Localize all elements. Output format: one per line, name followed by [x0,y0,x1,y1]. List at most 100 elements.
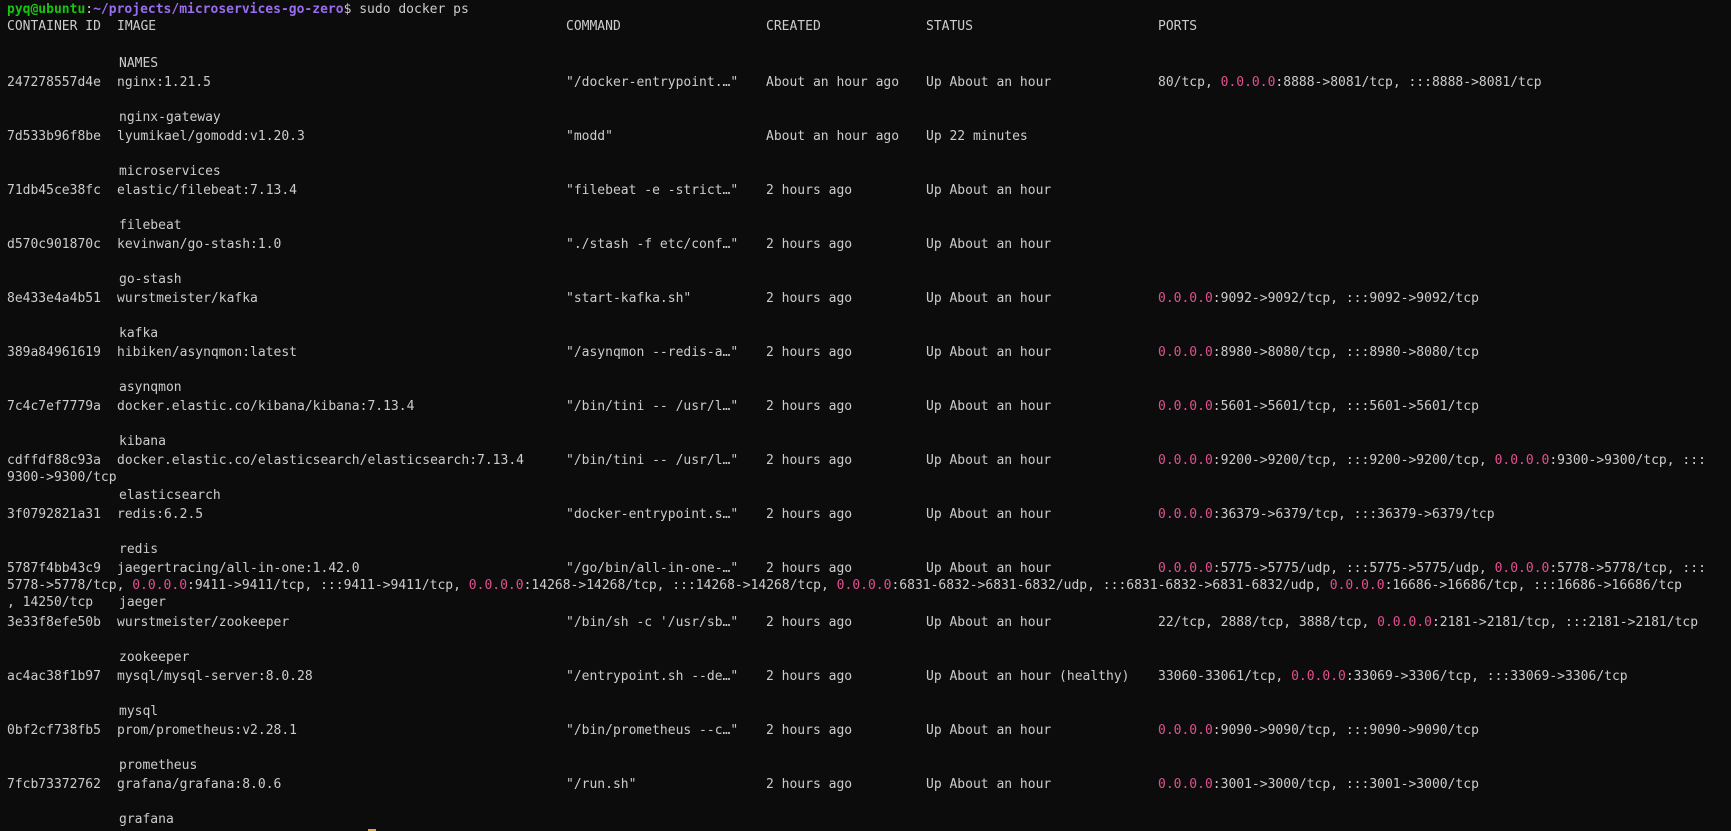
image-cell: redis:6.2.5 [117,507,204,522]
prompt-symbol: $ [343,2,352,17]
ip-address: 0.0.0.0 [1158,399,1213,414]
image-cell: wurstmeister/kafka [117,291,258,306]
created-cell: 2 hours ago [766,399,853,414]
ports-text: :33069->3306/tcp, :::33069->3306/tcp [1345,669,1628,684]
ports-cell: 0.0.0.0:9200->9200/tcp, :::9200->9200/tc… [1158,453,1706,469]
ports-cell: 0.0.0.0:5601->5601/tcp, :::5601->5601/tc… [1158,399,1479,415]
container-name: zookeeper [119,650,190,665]
ports-text: :9411->9411/tcp, :::9411->9411/tcp, [187,578,469,593]
ports-text: :5775->5775/udp, :::5775->5775/udp, [1212,561,1495,576]
ports-text: :16686->16686/tcp, :::16686->16686/tcp [1384,578,1682,593]
status-cell: Up About an hour [926,345,1052,360]
ports-cell: 33060-33061/tcp, 0.0.0.0:33069->3306/tcp… [1158,669,1628,685]
ip-address: 0.0.0.0 [1158,453,1213,468]
ports-text: :9092->9092/tcp, :::9092->9092/tcp [1212,291,1479,306]
ports-text: :8980->8080/tcp, :::8980->8080/tcp [1212,345,1479,360]
image-cell: elastic/filebeat:7.13.4 [117,183,298,198]
ports-text: :9200->9200/tcp, :::9200->9200/tcp, [1212,453,1495,468]
command-cell: "/docker-entrypoint.…" [566,75,739,90]
header-names: NAMES [119,56,159,71]
ports-text: 5778->5778/tcp, [7,578,133,593]
header-created: CREATED [766,19,821,34]
container-id-cell: 7fcb73372762 [7,777,101,792]
container-id-cell: ac4ac38f1b97 [7,669,101,684]
status-cell: Up About an hour [926,237,1052,252]
command-cell: "/entrypoint.sh --de…" [566,669,739,684]
container-name: kibana [119,434,166,449]
status-cell: Up About an hour (healthy) [926,669,1130,684]
image-cell: nginx:1.21.5 [117,75,211,90]
header-image: IMAGE [117,19,157,34]
container-id-cell: d570c901870c [7,237,101,252]
created-cell: 2 hours ago [766,291,853,306]
created-cell: 2 hours ago [766,615,853,630]
prompt-path: ~/projects/microservices-go-zero [93,2,344,17]
ports-cell: 0.0.0.0:3001->3000/tcp, :::3001->3000/tc… [1158,777,1479,793]
ip-address: 0.0.0.0 [1220,75,1276,90]
ip-address: 0.0.0.0 [1158,777,1213,792]
command-cell: "/bin/tini -- /usr/l…" [566,453,739,468]
ports-text: :14268->14268/tcp, :::14268->14268/tcp, [523,578,837,593]
status-cell: Up About an hour [926,777,1052,792]
command-cell: "/go/bin/all-in-one-…" [566,561,739,576]
prompt-separator: : [85,2,94,17]
status-cell: Up About an hour [926,507,1052,522]
container-name: mysql [119,704,159,719]
created-cell: 2 hours ago [766,723,853,738]
created-cell: 2 hours ago [766,561,853,576]
container-id-cell: cdffdf88c93a [7,453,101,468]
created-cell: 2 hours ago [766,669,853,684]
status-cell: Up About an hour [926,291,1052,306]
created-cell: 2 hours ago [766,183,853,198]
ports-text: 22/tcp, 2888/tcp, 3888/tcp, [1158,615,1378,630]
container-name: kafka [119,326,159,341]
created-cell: About an hour ago [766,75,900,90]
ip-address: 0.0.0.0 [1494,453,1550,468]
ports-text: :2181->2181/tcp, :::2181->2181/tcp [1431,615,1699,630]
status-cell: Up About an hour [926,183,1052,198]
image-cell: docker.elastic.co/kibana/kibana:7.13.4 [117,399,415,414]
container-id-cell: 0bf2cf738fb5 [7,723,101,738]
command-cell: "./stash -f etc/conf…" [566,237,739,252]
terminal-window[interactable]: pyq@ubuntu:~/projects/microservices-go-z… [0,0,1731,831]
ports-cell: 9300->9300/tcp [7,470,117,486]
container-id-cell: 5787f4bb43c9 [7,561,101,576]
ports-text: :9300->9300/tcp, ::: [1549,453,1706,468]
ports-text: :36379->6379/tcp, :::36379->6379/tcp [1212,507,1495,522]
container-name: nginx-gateway [119,110,221,125]
container-id-cell: 3f0792821a31 [7,507,101,522]
ip-address: 0.0.0.0 [1291,669,1346,684]
container-id-cell: 71db45ce38fc [7,183,101,198]
header-container-id: CONTAINER ID [7,19,101,34]
status-cell: Up About an hour [926,75,1052,90]
header-ports: PORTS [1158,19,1198,34]
ip-address: 0.0.0.0 [1158,345,1213,360]
ports-text: :9090->9090/tcp, :::9090->9090/tcp [1212,723,1479,738]
ports-text: 33060-33061/tcp, [1158,669,1292,684]
image-cell: grafana/grafana:8.0.6 [117,777,282,792]
ports-cell: 80/tcp, 0.0.0.0:8888->8081/tcp, :::8888-… [1158,75,1542,91]
ip-address: 0.0.0.0 [1329,578,1385,593]
command-cell: "filebeat -e -strict…" [566,183,739,198]
prompt-command: sudo docker ps [359,2,469,17]
command-cell: "/run.sh" [566,777,637,792]
container-id-cell: 3e33f8efe50b [7,615,101,630]
status-cell: Up About an hour [926,615,1052,630]
ports-cell: 22/tcp, 2888/tcp, 3888/tcp, 0.0.0.0:2181… [1158,615,1698,631]
container-name: redis [119,542,159,557]
ip-address: 0.0.0.0 [1494,561,1550,576]
ports-text: 80/tcp, [1158,75,1221,90]
ports-cell: 0.0.0.0:8980->8080/tcp, :::8980->8080/tc… [1158,345,1479,361]
command-cell: "docker-entrypoint.s…" [566,507,739,522]
command-cell: "modd" [566,129,613,144]
image-cell: wurstmeister/zookeeper [117,615,290,630]
container-id-cell: 7d533b96f8be [7,129,101,144]
created-cell: 2 hours ago [766,237,853,252]
image-cell: hibiken/asynqmon:latest [117,345,298,360]
command-cell: "/bin/sh -c '/usr/sb…" [566,615,739,630]
image-cell: docker.elastic.co/elasticsearch/elastics… [117,453,524,468]
ip-address: 0.0.0.0 [1158,561,1213,576]
container-name: go-stash [119,272,182,287]
header-command: COMMAND [566,19,621,34]
command-cell: "/bin/tini -- /usr/l…" [566,399,739,414]
